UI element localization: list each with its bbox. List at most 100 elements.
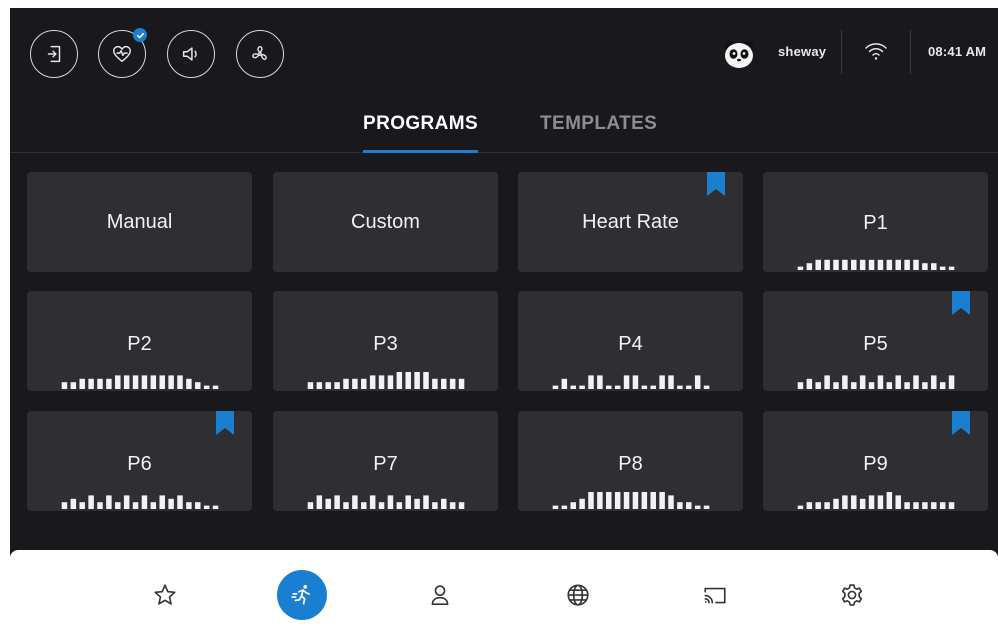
heart-rate-button[interactable] [98,28,147,78]
profile-bar [868,382,875,389]
profile-bar [677,502,683,509]
profile-bar [833,382,839,389]
bookmark-icon[interactable] [707,172,725,196]
profile-bar [61,502,68,509]
profile-bar [588,375,594,389]
app-screen: sheway 08:41 AM PROGRAMS TEMPLATES Manua… [10,8,998,630]
nav-cast[interactable] [690,570,740,620]
intensity-profile [797,492,955,509]
program-name: P7 [373,453,398,475]
profile-bar [79,502,85,509]
profile-bar [939,382,946,389]
tab-templates[interactable]: TEMPLATES [540,113,657,153]
profile-bar [806,502,813,509]
profile-bar [886,259,893,270]
profile-bar [177,495,183,509]
profile-bar [859,375,866,389]
profile-bar [931,502,937,509]
program-name: P5 [863,333,888,355]
profile-bar [97,378,103,389]
exit-button[interactable] [30,30,78,78]
nav-profile[interactable] [415,570,465,620]
profile-bar [824,375,830,389]
profile-bar [797,266,804,270]
profile-bar [159,375,165,389]
bookmark-icon[interactable] [952,291,970,315]
profile-bar [668,495,674,509]
profile-bar [352,378,358,389]
program-tile-p3[interactable]: P3 [273,291,498,391]
profile-bar [150,502,157,509]
profile-bar [948,266,955,270]
fan-button[interactable] [236,30,284,78]
profile-bar [441,378,447,389]
program-tile-p7[interactable]: P7 [273,411,498,511]
profile-bar [414,498,420,509]
nav-favorites[interactable] [140,570,190,620]
profile-bar [939,266,946,270]
program-tile-manual[interactable]: Manual [27,172,252,272]
profile-bar [195,382,201,389]
wifi-icon[interactable] [863,38,889,64]
profile-bar [106,495,112,509]
check-icon [136,32,144,38]
program-tile-p8[interactable]: P8 [518,411,743,511]
profile-bar [449,378,456,389]
program-tile-p1[interactable]: P1 [763,172,988,272]
profile-bar [343,502,349,509]
profile-bar [88,378,94,389]
username[interactable]: sheway [778,44,826,59]
profile-bar [70,498,77,509]
intensity-profile [61,375,219,389]
profile-bar [115,375,121,389]
intensity-profile [307,372,465,389]
profile-bar [325,498,331,509]
profile-bar [614,492,621,509]
tab-programs[interactable]: PROGRAMS [363,113,479,153]
panda-avatar-icon[interactable] [723,39,755,69]
profile-bar [677,385,683,389]
profile-bar [815,502,821,509]
profile-bar [186,378,192,389]
profile-bar [561,505,568,509]
bookmark-icon[interactable] [216,411,234,435]
program-tile-custom[interactable]: Custom [273,172,498,272]
program-tile-p2[interactable]: P2 [27,291,252,391]
nav-settings[interactable] [827,570,877,620]
profile-bar [623,375,630,389]
program-name: Custom [351,211,420,233]
bookmark-icon[interactable] [952,411,970,435]
profile-bar [623,492,630,509]
profile-bar [614,385,621,389]
program-tile-p4[interactable]: P4 [518,291,743,391]
profile-bar [606,385,612,389]
intensity-profile [552,375,710,389]
settings-gear-icon [841,584,863,606]
profile-bar [123,495,130,509]
program-tile-p6[interactable]: P6 [27,411,252,511]
nav-browser[interactable] [553,570,603,620]
program-tile-heart-rate[interactable]: Heart Rate [518,172,743,272]
tab-label: TEMPLATES [540,113,658,134]
profile-bar [815,259,821,270]
intensity-profile [797,375,955,389]
volume-button[interactable] [167,30,215,78]
profile-bar [106,378,112,389]
nav-workouts[interactable] [277,570,327,620]
profile-bar [387,495,394,509]
profile-bar [352,495,358,509]
program-tile-p5[interactable]: P5 [763,291,988,391]
profile-bar [904,502,910,509]
profile-bar [877,259,884,270]
profile-bar [948,375,955,389]
profile-bar [641,492,648,509]
profile-bar [325,382,331,389]
globe-icon [567,584,589,606]
profile-bar [441,498,447,509]
intensity-profile [552,492,710,509]
program-tile-p9[interactable]: P9 [763,411,988,511]
tab-label: PROGRAMS [363,113,479,134]
profile-bar [334,382,340,389]
profile-bar [913,259,919,270]
profile-bar [877,495,884,509]
